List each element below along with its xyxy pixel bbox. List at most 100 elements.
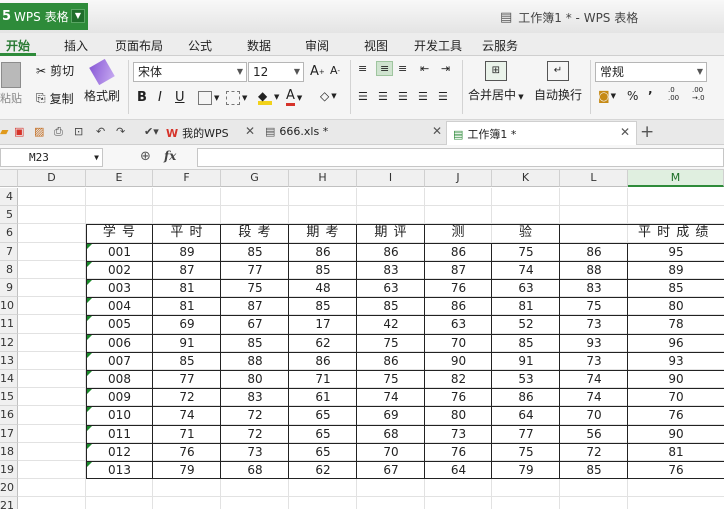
row-header-17[interactable]: 17	[0, 424, 18, 443]
table-cell[interactable]: 004	[86, 297, 153, 315]
table-cell[interactable]: 005	[86, 315, 153, 333]
table-cell[interactable]: 82	[425, 370, 492, 388]
row-header-18[interactable]: 18	[0, 442, 18, 461]
table-cell[interactable]: 67	[221, 315, 289, 333]
table-cell[interactable]: 63	[357, 279, 425, 297]
table-cell[interactable]: 67	[357, 461, 425, 479]
table-cell[interactable]: 76	[425, 388, 492, 406]
error-indicator-icon[interactable]	[87, 371, 92, 376]
table-cell[interactable]: 85	[221, 334, 289, 352]
table-cell[interactable]: 76	[425, 279, 492, 297]
column-header-h[interactable]: H	[289, 170, 357, 187]
table-cell[interactable]: 53	[492, 370, 560, 388]
error-indicator-icon[interactable]	[87, 334, 92, 340]
table-cell[interactable]: 69	[357, 406, 425, 424]
error-indicator-icon[interactable]	[87, 462, 92, 467]
table-cell[interactable]: 80	[628, 297, 724, 315]
print-preview-icon[interactable]: ⊡	[74, 125, 83, 138]
row-header-9[interactable]: 9	[0, 279, 18, 298]
align-center-button[interactable]: ☰	[378, 90, 388, 103]
grow-font-button[interactable]: A +	[310, 64, 325, 79]
italic-button[interactable]: I	[158, 90, 162, 105]
error-indicator-icon[interactable]	[87, 407, 92, 413]
table-cell[interactable]: 70	[425, 334, 492, 352]
underline-button[interactable]: U	[175, 90, 185, 105]
table-header-cell[interactable]: 期 评	[357, 224, 425, 242]
table-cell[interactable]: 77	[492, 425, 560, 443]
increase-decimal-button[interactable]: .0 .00	[668, 86, 684, 102]
table-cell[interactable]: 75	[357, 334, 425, 352]
column-header-l[interactable]: L	[560, 170, 628, 187]
row-header-4[interactable]: 4	[0, 188, 18, 207]
decrease-indent-button[interactable]: ⇤	[420, 62, 429, 75]
table-cell[interactable]: 89	[153, 243, 221, 261]
font-size-select[interactable]: 12 ▼	[248, 62, 304, 82]
comma-button[interactable]: ’	[648, 89, 653, 103]
row-header-13[interactable]: 13	[0, 351, 18, 370]
menu-view[interactable]: 视图	[364, 37, 388, 54]
menu-data[interactable]: 数据	[247, 37, 271, 54]
fill-pattern-button[interactable]: ▼	[226, 91, 247, 105]
row-header-11[interactable]: 11	[0, 315, 18, 334]
table-cell[interactable]: 85	[560, 461, 628, 479]
folder-icon[interactable]: ▰	[0, 125, 8, 138]
table-cell[interactable]: 65	[289, 406, 357, 424]
table-cell[interactable]: 003	[86, 279, 153, 297]
menu-developer[interactable]: 开发工具	[414, 37, 462, 54]
table-cell[interactable]: 81	[628, 443, 724, 461]
wrap-text-button[interactable]: ↵ 自动换行	[534, 61, 582, 103]
table-cell[interactable]: 91	[492, 352, 560, 370]
table-cell[interactable]: 85	[289, 297, 357, 315]
table-cell[interactable]: 75	[492, 243, 560, 261]
table-cell[interactable]: 90	[425, 352, 492, 370]
table-cell[interactable]: 72	[560, 443, 628, 461]
error-indicator-icon[interactable]	[87, 389, 92, 395]
table-cell[interactable]: 74	[560, 388, 628, 406]
table-cell[interactable]: 90	[628, 370, 724, 388]
column-header-e[interactable]: E	[86, 170, 153, 187]
table-cell[interactable]: 78	[628, 315, 724, 333]
table-cell[interactable]: 74	[153, 406, 221, 424]
column-header-d[interactable]: D	[18, 170, 86, 187]
table-cell[interactable]: 76	[425, 443, 492, 461]
table-cell[interactable]: 90	[628, 425, 724, 443]
table-cell[interactable]: 62	[289, 334, 357, 352]
table-cell[interactable]: 42	[357, 315, 425, 333]
undo-icon[interactable]: ↶	[96, 125, 105, 138]
align-left-button[interactable]: ☰	[358, 90, 368, 103]
row-header-12[interactable]: 12	[0, 333, 18, 352]
currency-button[interactable]: ◙ ▼	[598, 89, 616, 103]
row-header-7[interactable]: 7	[0, 242, 18, 261]
shrink-font-button[interactable]: A-	[330, 64, 340, 77]
error-indicator-icon[interactable]	[87, 280, 92, 285]
close-icon[interactable]: ✕	[245, 124, 255, 138]
paste-button[interactable]: 粘贴	[0, 62, 22, 106]
table-cell[interactable]: 85	[289, 261, 357, 279]
table-cell[interactable]: 73	[425, 425, 492, 443]
table-cell[interactable]: 009	[86, 388, 153, 406]
table-cell[interactable]: 75	[357, 370, 425, 388]
doc-tab-666[interactable]: ▤ 666.xls *	[265, 125, 328, 138]
table-header-cell[interactable]: 平 时	[153, 224, 221, 242]
align-right-button[interactable]: ☰	[398, 90, 408, 103]
table-cell[interactable]: 87	[425, 261, 492, 279]
table-cell[interactable]: 85	[221, 243, 289, 261]
table-cell[interactable]: 71	[153, 425, 221, 443]
table-cell[interactable]: 71	[289, 370, 357, 388]
table-cell[interactable]: 86	[357, 352, 425, 370]
menu-home[interactable]: 开始	[6, 37, 30, 54]
table-cell[interactable]: 75	[492, 443, 560, 461]
table-cell[interactable]: 69	[153, 315, 221, 333]
table-cell[interactable]: 007	[86, 352, 153, 370]
column-header-g[interactable]: G	[221, 170, 289, 187]
row-header-14[interactable]: 14	[0, 370, 18, 389]
decrease-decimal-button[interactable]: .00 →.0	[692, 86, 708, 102]
fill-color-button[interactable]: ◆ ▼	[258, 89, 279, 105]
table-cell[interactable]: 70	[560, 406, 628, 424]
table-cell[interactable]: 86	[425, 297, 492, 315]
table-header-cell[interactable]: 段 考	[221, 224, 289, 242]
merge-center-button[interactable]: ⊞ 合并居中 ▼	[468, 61, 524, 103]
table-cell[interactable]: 012	[86, 443, 153, 461]
new-tab-button[interactable]: +	[640, 122, 654, 142]
table-cell[interactable]: 002	[86, 261, 153, 279]
